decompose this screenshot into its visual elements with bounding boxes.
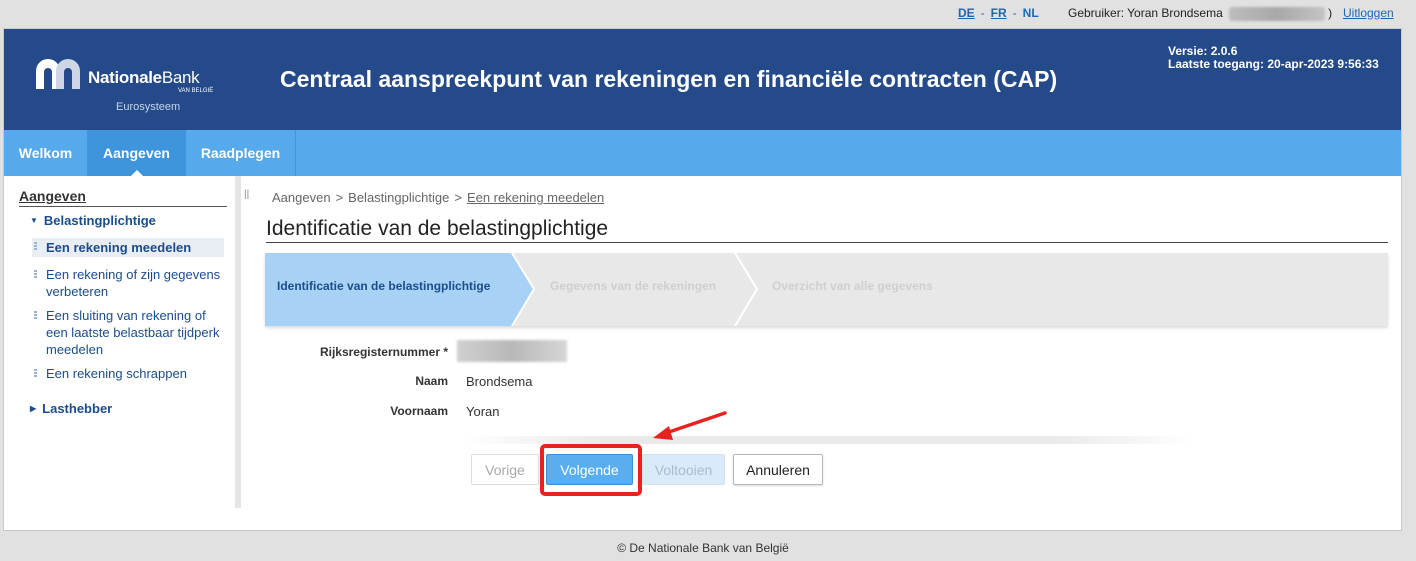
triangle-right-icon: ▶	[30, 404, 37, 413]
language-nl-current[interactable]: NL	[1023, 6, 1039, 20]
annotation-arrow-icon	[653, 411, 727, 440]
main-nav: Welkom Aangeven Raadplegen	[4, 130, 1401, 177]
logo-subtitle: Eurosysteem	[116, 101, 181, 113]
form-divider	[464, 436, 1194, 444]
user-suffix: )	[1328, 6, 1333, 20]
nbb-logo-icon	[36, 59, 80, 89]
language-de-link[interactable]: DE	[958, 6, 975, 20]
user-info: Gebruiker: Yoran Brondsema )	[1068, 6, 1332, 21]
logo-wordmark: NationaleBank	[88, 68, 200, 87]
voornaam-value: Yoran	[466, 404, 500, 419]
tab-raadplegen[interactable]: Raadplegen	[186, 130, 296, 176]
last-access-text: Laatste toegang: 20-apr-2023 9:56:33	[1168, 57, 1379, 71]
application-title: Centraal aanspreekpunt van rekeningen en…	[280, 66, 1058, 92]
sidebar-item-rekening-schrappen[interactable]: Een rekening schrappen	[32, 365, 224, 382]
sidebar-item-rekening-verbeteren[interactable]: Een rekening of zijn gegevens verbeteren	[32, 266, 224, 300]
user-label: Gebruiker: Yoran Brondsema	[1068, 6, 1223, 20]
app-frame: NationaleBank VAN BELGIË Eurosysteem Cen…	[3, 28, 1402, 531]
naam-label: Naam	[415, 374, 448, 388]
bullet-dots-icon	[34, 270, 37, 279]
wizard-steps: Identificatie van de belastingplichtige …	[265, 253, 1388, 326]
sidebar-group-lasthebber[interactable]: ▶ Lasthebber	[30, 401, 112, 416]
breadcrumb-current[interactable]: Een rekening meedelen	[467, 190, 604, 205]
footer-copyright: © De Nationale Bank van België	[617, 541, 789, 555]
annotation-highlight-box	[540, 444, 642, 496]
wizard-step-identificatie: Identificatie van de belastingplichtige	[277, 279, 491, 293]
breadcrumb: Aangeven > Belastingplichtige > Een rekening…	[272, 190, 605, 205]
sidebar-heading[interactable]: Aangeven	[19, 188, 227, 207]
sidebar-item-sluiting-meedelen[interactable]: Een sluiting van rekening of een laatste…	[32, 307, 224, 358]
language-fr-link[interactable]: FR	[991, 6, 1007, 20]
sidebar: Aangeven ▼ Belastingplichtige Een rekenin…	[4, 176, 241, 508]
voornaam-label: Voornaam	[390, 404, 448, 418]
sidebar-splitter-handle[interactable]: ||	[244, 189, 249, 200]
nbb-logo[interactable]: NationaleBank VAN BELGIË Eurosysteem	[32, 53, 222, 117]
tab-aangeven[interactable]: Aangeven	[88, 130, 186, 177]
cancel-button[interactable]: Annuleren	[733, 454, 823, 485]
sidebar-item-een-rekening-meedelen[interactable]: Een rekening meedelen	[32, 238, 224, 257]
top-utility-bar: DE - FR - NL Gebruiker: Yoran Brondsema ) Ui…	[0, 0, 1416, 28]
breadcrumb-item: Aangeven	[272, 190, 331, 205]
logo-country: VAN BELGIË	[178, 88, 214, 94]
triangle-down-icon: ▼	[30, 216, 38, 225]
language-switcher: DE - FR - NL	[958, 6, 1039, 20]
bullet-dots-icon	[34, 242, 37, 251]
bullet-dots-icon	[34, 311, 37, 320]
wizard-step-gegevens: Gegevens van de rekeningen	[550, 279, 717, 293]
redacted-rijksregisternummer	[457, 340, 567, 362]
tab-welkom[interactable]: Welkom	[4, 130, 88, 176]
sidebar-group-belastingplichtige[interactable]: ▼ Belastingplichtige	[30, 213, 156, 228]
naam-value: Brondsema	[466, 374, 533, 389]
wizard-step-overzicht: Overzicht van alle gegevens	[772, 279, 933, 293]
breadcrumb-item: Belastingplichtige	[348, 190, 450, 205]
bullet-dots-icon	[34, 369, 37, 378]
header-banner: NationaleBank VAN BELGIË Eurosysteem Cen…	[4, 29, 1401, 130]
logout-link[interactable]: Uitloggen	[1343, 6, 1394, 20]
finish-button[interactable]: Voltooien	[642, 454, 725, 485]
page-title: Identificatie van de belastingplichtige	[266, 217, 1388, 243]
redacted-user-id	[1229, 6, 1326, 21]
rijksregisternummer-label: Rijksregisternummer *	[319, 345, 448, 359]
version-info: Versie: 2.0.6 Laatste toegang: 20-apr-20…	[1168, 45, 1379, 71]
previous-button[interactable]: Vorige	[471, 454, 539, 485]
